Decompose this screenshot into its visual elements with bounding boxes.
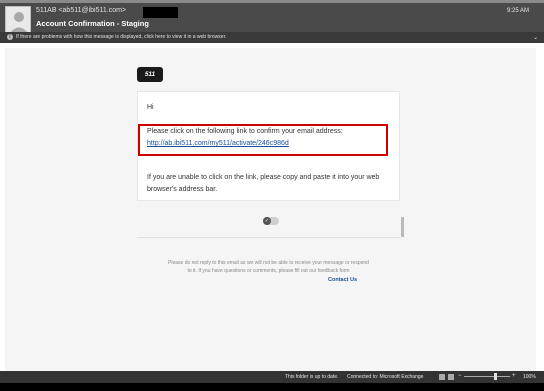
info-bar[interactable]: i If there are problems with how this me… bbox=[0, 32, 544, 43]
contact-us-link[interactable]: Contact Us bbox=[328, 277, 357, 283]
folder-status: This folder is up to date. bbox=[285, 374, 339, 380]
message-subject: Account Confirmation - Staging bbox=[36, 19, 149, 28]
person-icon bbox=[10, 12, 28, 32]
redacted-block bbox=[143, 7, 178, 18]
chevron-down-icon[interactable]: ⌄ bbox=[533, 34, 538, 41]
message-time: 9:25 AM bbox=[507, 8, 530, 14]
scrollbar[interactable] bbox=[401, 217, 404, 237]
zoom-in-icon[interactable]: + bbox=[512, 373, 516, 379]
confirm-instruction: Please click on the following link to co… bbox=[147, 128, 343, 135]
connection-status: Connected to: Microsoft Exchange bbox=[347, 374, 424, 380]
511-logo: 511 bbox=[137, 67, 163, 82]
info-bar-text[interactable]: If there are problems with how this mess… bbox=[16, 34, 226, 40]
copy-paste-instruction: If you are unable to click on the link, … bbox=[147, 174, 380, 193]
taskbar-strip bbox=[0, 383, 544, 391]
zoom-out-icon[interactable]: − bbox=[458, 373, 462, 379]
status-bar: This folder is up to date. Connected to:… bbox=[0, 371, 544, 383]
info-icon: i bbox=[7, 34, 13, 40]
normal-view-icon[interactable] bbox=[439, 374, 445, 380]
message-header: 511AB <ab511@ibi511.com> Account Confirm… bbox=[0, 3, 544, 43]
divider bbox=[137, 237, 400, 238]
greeting: Hi bbox=[147, 104, 154, 111]
zoom-slider-thumb[interactable] bbox=[494, 373, 497, 380]
zoom-slider[interactable] bbox=[464, 376, 510, 377]
sender-address: 511AB <ab511@ibi511.com> bbox=[36, 7, 127, 14]
check-icon: ✓ bbox=[263, 217, 271, 225]
footer-text-1: Please do not reply to this email as we … bbox=[168, 260, 369, 266]
sender-avatar bbox=[5, 6, 31, 33]
footer-text-2: to it. If you have questions or comments… bbox=[187, 268, 350, 274]
reading-view-icon[interactable] bbox=[448, 374, 454, 380]
toggle-switch[interactable]: ✓ bbox=[263, 217, 279, 225]
zoom-level: 100% bbox=[523, 374, 536, 380]
activation-link[interactable]: http://ab.ibi511.com/my511/activate/246c… bbox=[147, 140, 289, 147]
